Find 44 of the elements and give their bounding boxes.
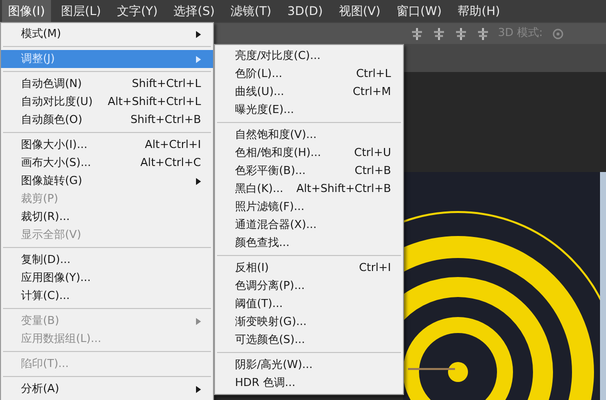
menu-item[interactable]: 色相/饱和度(H)... Ctrl+U — [215, 144, 403, 162]
menu-item[interactable]: 模式(M) — [1, 25, 213, 43]
menu-item[interactable]: 自动色调(N) Shift+Ctrl+L — [1, 75, 213, 93]
menu-item[interactable]: 反相(I) Ctrl+I — [215, 259, 403, 277]
menu-item[interactable]: 阴影/高光(W)... — [215, 356, 403, 374]
menu-item[interactable]: 裁切(R)... — [1, 208, 213, 226]
menu-item[interactable]: 阈值(T)... — [215, 295, 403, 313]
align-icon[interactable] — [410, 28, 424, 40]
menu-item[interactable]: 可选颜色(S)... — [215, 331, 403, 349]
menu-item[interactable]: 渐变映射(G)... — [215, 313, 403, 331]
menu-item[interactable]: 自动对比度(U) Alt+Shift+Ctrl+L — [1, 93, 213, 111]
menu-bar-item[interactable]: 选择(S) — [168, 0, 221, 22]
menu-item[interactable]: 照片滤镜(F)... — [215, 198, 403, 216]
align-icon[interactable] — [432, 28, 446, 40]
menu-bar-item[interactable]: 窗口(W) — [390, 0, 448, 22]
menu-item[interactable]: 画布大小(S)... Alt+Ctrl+C — [1, 154, 213, 172]
menu-bar-item[interactable]: 图层(L) — [54, 0, 107, 22]
distribute-icon[interactable] — [476, 28, 490, 40]
menu-bar-item[interactable]: 视图(V) — [332, 0, 386, 22]
menu-item[interactable]: 曝光度(E)... — [215, 101, 403, 119]
menu-item[interactable]: 色阶(L)... Ctrl+L — [215, 65, 403, 83]
menu-item[interactable]: 颜色查找... — [215, 234, 403, 252]
menu-item[interactable]: 图像旋转(G) — [1, 172, 213, 190]
menu-item[interactable]: 色调分离(P)... — [215, 277, 403, 295]
menu-bar-item[interactable]: 帮助(H) — [452, 0, 506, 22]
menu-bar-item[interactable]: 图像(I) — [2, 0, 51, 22]
menu-item[interactable]: HDR 色调... — [215, 374, 403, 392]
menu-item[interactable]: 分析(A) — [1, 380, 213, 398]
menu-item[interactable]: 曲线(U)... Ctrl+M — [215, 83, 403, 101]
menu-item[interactable]: 计算(C)... — [1, 287, 213, 305]
menu-item[interactable]: 通道混合器(X)... — [215, 216, 403, 234]
menu-item[interactable]: 亮度/对比度(C)... — [215, 47, 403, 65]
orbit-icon[interactable] — [550, 28, 565, 40]
menu-item[interactable]: 黑白(K)... Alt+Shift+Ctrl+B — [215, 180, 403, 198]
menu-bar-item[interactable]: 3D(D) — [281, 0, 329, 22]
menu-item[interactable]: 自动颜色(O) Shift+Ctrl+B — [1, 111, 213, 129]
menu-item[interactable]: 图像大小(I)... Alt+Ctrl+I — [1, 136, 213, 154]
menu-item[interactable]: 色彩平衡(B)... Ctrl+B — [215, 162, 403, 180]
align-icon[interactable] — [454, 28, 468, 40]
menu-item[interactable]: 复制(D)... — [1, 251, 213, 269]
menu-item[interactable]: 应用图像(Y)... — [1, 269, 213, 287]
menu-bar-item[interactable]: 文字(Y) — [110, 0, 164, 22]
menu-bar-item[interactable]: 滤镜(T) — [224, 0, 278, 22]
menu-item[interactable]: 自然饱和度(V)... — [215, 126, 403, 144]
